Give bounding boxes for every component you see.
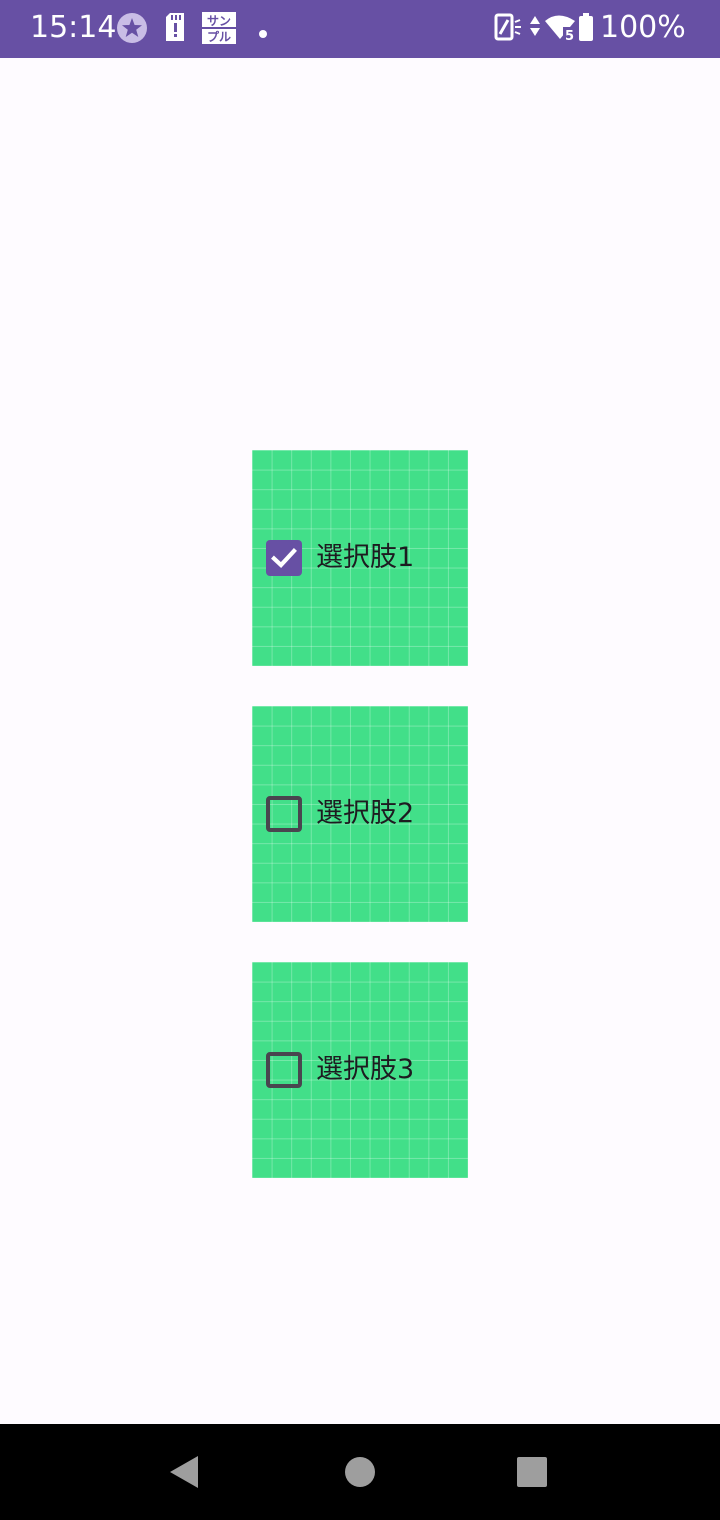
option-label-3: 選択肢3 [316, 1054, 415, 1085]
sd-card-alert-icon [164, 12, 186, 42]
option-card-1[interactable]: 選択肢1 [252, 450, 468, 666]
option-card-2[interactable]: 選択肢2 [252, 706, 468, 922]
check-icon [271, 548, 297, 568]
checkbox-unchecked[interactable] [266, 796, 302, 832]
option-label-2: 選択肢2 [316, 798, 415, 829]
sample-badge-icon: サン プル [202, 12, 236, 44]
vibrate-icon [494, 12, 522, 42]
star-icon [116, 12, 148, 44]
option-label-1: 選択肢1 [316, 542, 415, 573]
battery-percentage: 100% [600, 10, 686, 45]
sample-badge-bottom: プル [207, 29, 231, 44]
navigation-bar [0, 1424, 720, 1520]
status-bar: 15:14 サン プル 5 100% [0, 0, 720, 58]
wifi-icon: 5 [544, 12, 576, 44]
option-card-3[interactable]: 選択肢3 [252, 962, 468, 1178]
battery-icon [578, 12, 594, 42]
data-arrows-icon [528, 12, 542, 42]
recents-icon[interactable] [516, 1456, 548, 1488]
notification-dot-icon [258, 24, 268, 38]
network-label: 5 [565, 29, 574, 42]
back-icon[interactable] [168, 1454, 200, 1490]
sample-badge-top: サン [207, 14, 231, 28]
home-icon[interactable] [344, 1456, 376, 1488]
checkbox-unchecked[interactable] [266, 1052, 302, 1088]
checkbox-checked[interactable] [266, 540, 302, 576]
status-time: 15:14 [30, 10, 117, 45]
